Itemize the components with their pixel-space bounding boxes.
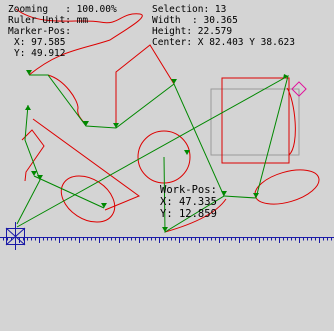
arrow-marker xyxy=(113,123,119,128)
height-readout: Height: 22.579 xyxy=(152,26,233,37)
path-segment-b xyxy=(16,104,41,225)
red-rectangle xyxy=(221,77,290,164)
red-ellipse-left xyxy=(60,175,116,223)
green-tool-path xyxy=(16,74,289,233)
zooming-readout: Zooming : 100.00% xyxy=(8,4,117,15)
work-pos-x-readout: X: 47.335 xyxy=(160,196,217,208)
red-triangle-lines xyxy=(32,118,141,211)
ruler-unit-readout: Ruler Unit: mm xyxy=(8,15,89,26)
center-readout: Center: X 82.403 Y 38.623 xyxy=(152,37,295,48)
selection-bounding-box xyxy=(210,88,300,156)
arrow-marker xyxy=(31,171,37,176)
arrow-marker xyxy=(26,70,32,75)
arrow-marker xyxy=(25,105,31,110)
width-readout: Width : 30.365 xyxy=(152,15,238,26)
laser-canvas-view[interactable]: Zooming : 100.00% Ruler Unit: mm Marker-… xyxy=(0,0,334,331)
red-polyline-center xyxy=(115,44,175,128)
marker-y-readout: Y: 49.912 xyxy=(14,48,66,59)
origin-crosshair-icon[interactable] xyxy=(5,222,26,250)
work-pos-label: Work-Pos: xyxy=(160,184,217,196)
red-ellipse-right xyxy=(254,169,320,205)
path-arrows xyxy=(25,70,288,232)
selection-readout: Selection: 13 xyxy=(152,4,227,15)
horizontal-ruler xyxy=(0,237,334,243)
path-segment-d xyxy=(33,175,105,209)
red-curve-right xyxy=(286,87,296,156)
work-pos-y-readout: Y: 12.859 xyxy=(160,208,217,220)
path-segment-c xyxy=(16,74,289,228)
arrow-marker xyxy=(221,191,227,196)
marker-x-readout: X: 97.585 xyxy=(14,37,66,48)
marker-pos-label: Marker-Pos: xyxy=(8,26,71,37)
arrow-marker xyxy=(253,193,259,198)
